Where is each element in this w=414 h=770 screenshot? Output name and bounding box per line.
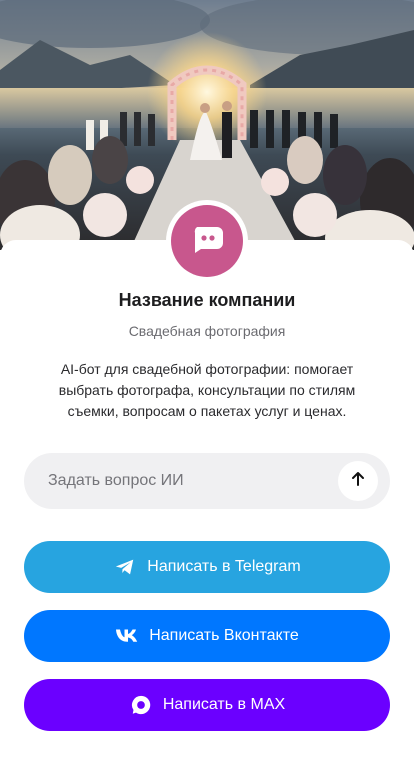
vk-button[interactable]: Написать Вконтакте: [24, 610, 390, 662]
chat-bubble-icon: [187, 219, 227, 264]
vk-button-label: Написать Вконтакте: [149, 627, 299, 644]
max-button[interactable]: Написать в MAX: [24, 679, 390, 731]
ask-ai-field[interactable]: [24, 453, 390, 509]
company-subtitle: Свадебная фотография: [128, 323, 286, 339]
telegram-button[interactable]: Написать в Telegram: [24, 541, 390, 593]
avatar-badge: [171, 205, 243, 277]
company-name: Название компании: [118, 290, 296, 310]
arrow-up-icon: [349, 470, 367, 493]
send-button[interactable]: [338, 461, 378, 501]
ask-ai-input[interactable]: [24, 453, 348, 509]
max-icon: [129, 693, 153, 717]
vk-icon: [115, 624, 139, 648]
max-button-label: Написать в MAX: [162, 696, 286, 713]
telegram-button-label: Написать в Telegram: [147, 558, 301, 575]
avatar: [166, 200, 248, 282]
telegram-icon: [113, 555, 137, 579]
company-description: AI-бот для свадебной фотографии: помогае…: [58, 361, 356, 419]
